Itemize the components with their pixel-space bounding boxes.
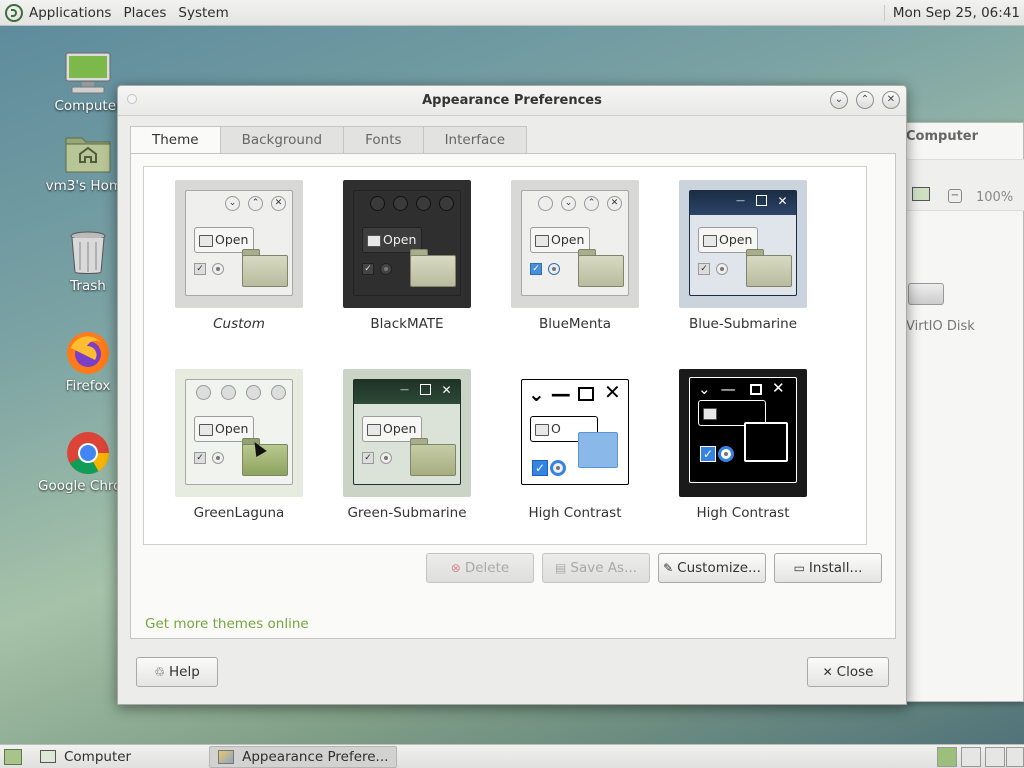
system-menu[interactable]: System (172, 5, 234, 21)
delete-button[interactable]: ⊗ Delete (426, 553, 534, 583)
close-button[interactable]: ✕ Close (807, 657, 889, 687)
monitor-icon (912, 187, 930, 201)
theme-name: GreenLaguna (193, 505, 285, 521)
theme-item-bluementa[interactable]: ⌄ ⌃ ✕ Open ✓ BlueMenta (480, 167, 648, 337)
places-menu[interactable]: Places (117, 5, 172, 21)
customize-icon: ✎ (663, 561, 674, 575)
zoom-level: 100% (976, 190, 1014, 205)
chrome-icon (63, 430, 113, 476)
clock[interactable]: Mon Sep 25, 06:41 (883, 5, 1020, 21)
theme-thumbnail: — ✕ Open ✓ (679, 180, 807, 308)
workspace-1[interactable] (937, 747, 957, 767)
close-icon: ✕ (822, 665, 833, 679)
trash-icon (63, 230, 113, 276)
theme-name: Blue-Submarine (688, 316, 798, 332)
maximize-icon[interactable]: ⌃ (856, 91, 874, 109)
appearance-preferences-dialog: Appearance Preferences ⌄ ⌃ ✕ Theme Backg… (117, 85, 907, 705)
theme-thumbnail: — ✕ Open ✓ (343, 369, 471, 497)
zoom-out-icon[interactable]: − (948, 189, 962, 203)
close-window-icon[interactable]: ✕ (882, 91, 900, 109)
minimize-icon[interactable]: ⌄ (830, 91, 848, 109)
theme-thumbnail: Open ✓ (175, 369, 303, 497)
theme-item-greenlaguna[interactable]: Open ✓ GreenLaguna (144, 356, 312, 526)
tab-fonts[interactable]: Fonts (344, 126, 424, 154)
appearance-icon (218, 749, 235, 764)
theme-thumbnail: ⌄ ⌃ ✕ Open ✓ (175, 180, 303, 308)
computer-window-title: Computer (906, 129, 979, 144)
workspace-3[interactable] (985, 747, 1005, 767)
workspace-2[interactable] (961, 747, 981, 767)
install-button[interactable]: ▭ Install... (774, 553, 882, 583)
get-more-themes-link[interactable]: Get more themes online (145, 616, 309, 632)
tab-interface[interactable]: Interface (423, 126, 528, 154)
theme-name: BlueMenta (539, 316, 611, 332)
show-desktop-icon[interactable] (4, 748, 22, 765)
taskbar-item-computer[interactable]: Computer (32, 746, 139, 768)
theme-name: BlackMATE (370, 316, 444, 332)
theme-item-blue-submarine[interactable]: — ✕ Open ✓ Blue-Submarine (648, 167, 816, 337)
save-as-button[interactable]: ▤ Save As... (542, 553, 650, 583)
computer-icon (63, 50, 113, 96)
tab-background[interactable]: Background (220, 126, 345, 154)
taskbar-item-appearance[interactable]: Appearance Prefere... (209, 745, 398, 768)
disk-icon[interactable] (908, 283, 944, 305)
save-as-icon: ▤ (555, 561, 567, 575)
tab-theme[interactable]: Theme (130, 126, 221, 154)
bottom-taskbar: Computer Appearance Prefere... (0, 744, 1024, 768)
theme-item-high-contrast[interactable]: ⌄— ✕ O ✓ High Contrast (480, 356, 648, 526)
disk-label: VirtIO Disk (906, 319, 975, 334)
theme-item-high-contrast-inverse[interactable]: ⌄— ✕ ✓ High Contrast (648, 356, 816, 526)
dialog-titlebar[interactable]: Appearance Preferences ⌄ ⌃ ✕ (118, 86, 906, 116)
install-icon: ▭ (793, 561, 805, 575)
delete-icon: ⊗ (450, 561, 461, 575)
applications-menu[interactable]: Applications (23, 5, 117, 21)
theme-name: High Contrast (528, 505, 622, 521)
top-panel: Applications Places System Mon Sep 25, 0… (0, 0, 1024, 26)
theme-item-custom[interactable]: ⌄ ⌃ ✕ Open ✓ Custom (144, 167, 312, 337)
customize-button[interactable]: ✎ Customize... (658, 553, 766, 583)
theme-tab-panel: ⌄ ⌃ ✕ Open ✓ Custom Open ✓ BlackMATE ⌄ ⌃… (130, 153, 896, 639)
workspace-4[interactable] (1006, 747, 1024, 767)
computer-window[interactable]: Computer − 100% VirtIO Disk (903, 122, 1024, 702)
tab-bar: Theme Background Fonts Interface (130, 126, 528, 154)
theme-name: Custom (213, 316, 265, 332)
theme-thumbnail: Open ✓ (343, 180, 471, 308)
help-button[interactable]: ♲ Help (136, 657, 218, 687)
theme-name: Green-Submarine (347, 505, 467, 521)
theme-thumbnail: ⌄ ⌃ ✕ Open ✓ (511, 180, 639, 308)
theme-name: High Contrast (696, 505, 790, 521)
dialog-title: Appearance Preferences (422, 93, 602, 108)
firefox-icon (63, 330, 113, 376)
theme-grid[interactable]: ⌄ ⌃ ✕ Open ✓ Custom Open ✓ BlackMATE ⌄ ⌃… (143, 166, 867, 545)
computer-icon (40, 750, 56, 763)
theme-thumbnail: ⌄— ✕ ✓ (679, 369, 807, 497)
theme-item-green-submarine[interactable]: — ✕ Open ✓ Green-Submarine (312, 356, 480, 526)
help-icon: ♲ (154, 665, 165, 679)
mate-logo-icon[interactable] (5, 3, 23, 22)
theme-thumbnail: ⌄— ✕ O ✓ (511, 369, 639, 497)
home-folder-icon (63, 130, 113, 176)
theme-item-blackmate[interactable]: Open ✓ BlackMATE (312, 167, 480, 337)
